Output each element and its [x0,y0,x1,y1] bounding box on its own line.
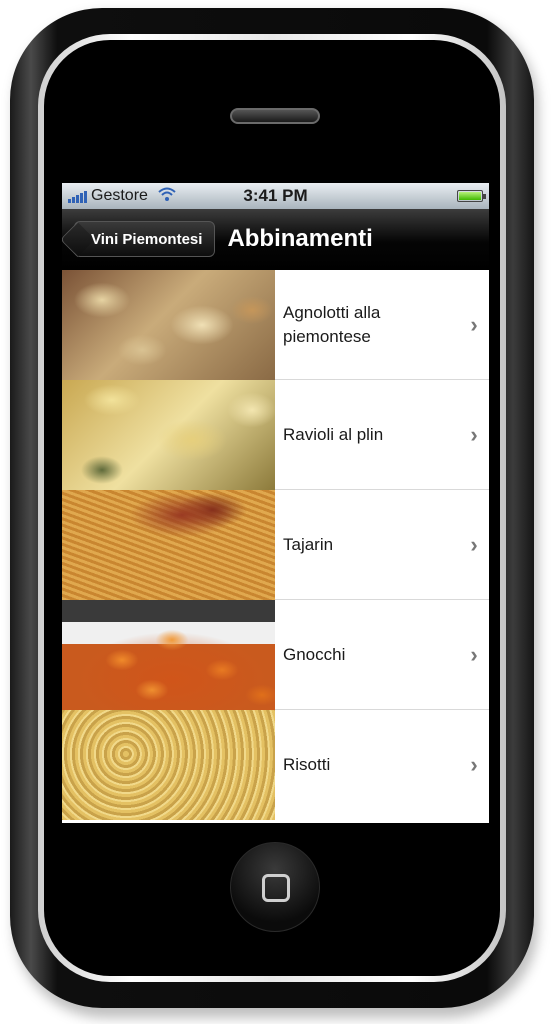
chevron-right-icon: › [470,531,478,557]
list-item[interactable]: Ravioli al plin › [62,379,489,490]
back-button-label: Vini Piemontesi [91,230,203,248]
list-item[interactable]: Agnolotti alla piemontese › [62,269,489,380]
battery-fill [459,192,481,200]
speaker-grille [230,108,320,124]
list-item[interactable]: Risotti › [62,710,489,820]
screen: Gestore 3:41 PM Vini Piemontesi Abbiname… [62,183,489,823]
dish-thumbnail [62,710,275,820]
back-button[interactable]: Vini Piemontesi [74,221,216,257]
chevron-right-icon: › [470,311,478,337]
list-item-label: Ravioli al plin [283,424,384,444]
dish-thumbnail [62,599,275,710]
home-button[interactable] [230,842,320,932]
dish-list: Agnolotti alla piemontese › Ravioli al p… [62,269,489,820]
dish-thumbnail [62,269,275,380]
list-item-label: Agnolotti alla piemontese [283,302,381,346]
list-item[interactable]: Gnocchi › [62,599,489,710]
list-item[interactable]: Tajarin › [62,489,489,600]
list-item-label: Gnocchi [283,644,346,664]
chevron-right-icon: › [470,641,478,667]
status-bar: Gestore 3:41 PM [62,183,489,209]
page-title: Abbinamenti [227,225,373,252]
dish-thumbnail [62,379,275,490]
battery-icon [457,190,486,202]
status-time: 3:41 PM [243,186,308,205]
dish-thumbnail [62,489,275,600]
list-item-label: Tajarin [283,534,334,554]
chevron-right-icon: › [470,752,478,777]
chevron-right-icon: › [470,421,478,447]
home-square-icon [262,874,290,902]
navigation-bar: Vini Piemontesi Abbinamenti [62,209,489,270]
list-item-label: Risotti [283,755,331,774]
